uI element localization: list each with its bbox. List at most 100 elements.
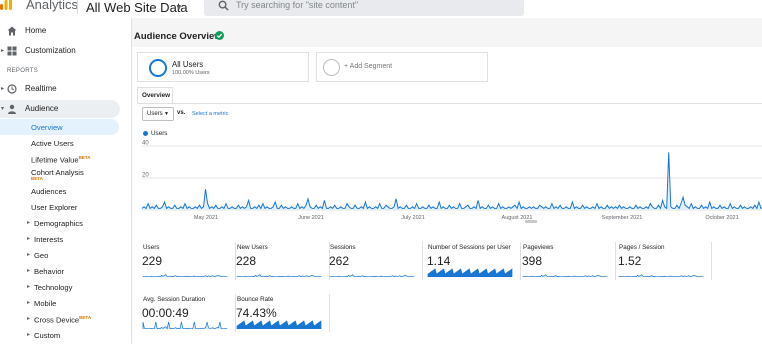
segment-subtitle: 100.00% Users	[172, 70, 210, 76]
sidebar-item-audience[interactable]: ▾ Audience	[0, 100, 120, 118]
sidebar-item-demographics[interactable]: ▸ Demographics	[0, 215, 119, 231]
scorecard-divider	[329, 294, 330, 332]
sidebar-item-label: Geo	[34, 251, 49, 260]
beta-badge: BETA	[78, 155, 91, 160]
sidebar-item-cohort-analysis[interactable]: Cohort Analysis BETA	[0, 166, 119, 184]
search-icon	[218, 0, 229, 11]
page-header: Audience Overview	[132, 18, 762, 47]
lifetime-value-label: Lifetime Value	[31, 155, 79, 165]
sidebar-item-realtime[interactable]: ▸ Realtime	[0, 80, 120, 98]
scorecard-sparkline	[618, 274, 704, 278]
sparkline-path	[329, 274, 415, 278]
chevron-right-icon: ▸	[27, 220, 31, 226]
scorecard-sparkline	[142, 274, 228, 278]
sidebar-item-cross-device[interactable]: ▸ Cross DeviceBETA	[0, 311, 119, 327]
app-title: Analytics	[26, 0, 79, 12]
scorecard-label: Bounce Rate	[237, 296, 274, 303]
tab-overview[interactable]: Overview	[137, 87, 173, 103]
sidebar-item-mobile[interactable]: ▸ Mobile	[0, 295, 119, 311]
sidebar-item-custom[interactable]: ▸ Custom	[0, 327, 119, 343]
scorecard-label: Pageviews	[523, 244, 554, 251]
scorecard-label: Users	[143, 244, 160, 251]
sidebar-item-customization[interactable]: ▸ Customization	[0, 42, 120, 60]
legend-dot-icon	[143, 131, 148, 136]
scorecard[interactable]: Number of Sessions per User 1.14	[427, 242, 521, 280]
clock-icon	[7, 84, 17, 94]
analytics-logo-icon[interactable]	[0, 0, 12, 10]
sidebar-item-label: Cross DeviceBETA	[34, 315, 91, 325]
sidebar-item-user-explorer[interactable]: User Explorer	[0, 199, 119, 215]
chevron-right-icon: ▸	[27, 268, 31, 274]
segment-ring-icon	[149, 59, 167, 77]
select-metric-link[interactable]: Select a metric	[192, 111, 228, 117]
page-title: Audience Overview	[134, 31, 222, 42]
chevron-right-icon: ▸	[1, 86, 5, 92]
add-segment-button[interactable]: + Add Segment	[316, 52, 488, 82]
x-tick-label: July 2021	[401, 215, 425, 221]
scorecard[interactable]: Bounce Rate 74.43%	[236, 294, 330, 332]
sidebar-item-home[interactable]: Home	[0, 22, 120, 40]
search-input[interactable]: Try searching for "site content"	[236, 0, 358, 10]
scorecard-divider	[711, 242, 712, 280]
scorecard-label: Number of Sessions per User	[428, 244, 511, 251]
person-icon	[8, 104, 16, 114]
chevron-right-icon: ▸	[27, 284, 31, 290]
scorecard-sparkline	[522, 274, 608, 278]
users-line-chart[interactable]: 4020May 2021 June 2021 July 2021 August 202…	[132, 138, 762, 238]
scorecard-label: New Users	[237, 244, 268, 251]
chart-resize-handle[interactable]	[525, 220, 537, 223]
view-selector[interactable]: All Web Site Data	[86, 0, 188, 15]
header-divider	[77, 0, 78, 14]
scorecard-label: Avg. Session Duration	[143, 296, 206, 303]
sidebar-item-technology[interactable]: ▸ Technology	[0, 279, 119, 295]
metric-select[interactable]: Users ▼	[142, 107, 174, 121]
scorecard-divider	[422, 242, 423, 280]
scorecard[interactable]: Avg. Session Duration 00:00:49	[142, 294, 236, 332]
sparkline-path	[236, 320, 322, 329]
sidebar-item-lifetime-value[interactable]: Lifetime ValueBETA	[0, 151, 119, 167]
sidebar-item-label: Home	[25, 26, 47, 35]
beta-badge: BETA	[79, 315, 92, 320]
sidebar-item-label: User Explorer	[31, 203, 78, 212]
sidebar-item-audiences[interactable]: Audiences	[0, 183, 119, 199]
scorecard[interactable]: Users 229	[142, 242, 236, 280]
scorecard[interactable]: Pageviews 398	[522, 242, 616, 280]
scorecard-sparkline	[236, 274, 322, 278]
sparkline-path	[142, 321, 228, 330]
sidebar-item-geo[interactable]: ▸ Geo	[0, 247, 119, 263]
sidebar-item-label: Realtime	[25, 84, 57, 93]
chevron-down-icon: ▾	[1, 106, 5, 112]
y-tick-label: 20	[142, 173, 149, 179]
sidebar-item-behavior[interactable]: ▸ Behavior	[0, 263, 119, 279]
y-tick-label: 40	[142, 141, 149, 147]
home-icon	[7, 26, 17, 36]
sidebar-item-label: Overview	[31, 123, 63, 132]
scorecard[interactable]: Pages / Session 1.52	[618, 242, 712, 280]
sidebar-item-label: Custom	[34, 331, 61, 340]
main-content: Audience Overview All Users 100.00% User…	[131, 18, 762, 344]
sidebar-item-overview[interactable]: Overview	[0, 119, 119, 135]
segment-all-users[interactable]: All Users 100.00% Users	[137, 52, 309, 82]
search-bar[interactable]: Try searching for "site content"	[204, 0, 524, 16]
scorecard[interactable]: Sessions 262	[329, 242, 423, 280]
chevron-right-icon: ▸	[27, 300, 31, 306]
scorecard-divider	[615, 242, 616, 280]
chevron-right-icon: ▸	[27, 316, 31, 322]
segment-title: All Users	[172, 60, 204, 69]
sidebar-item-label: Active Users	[31, 139, 74, 148]
scorecard-sparkline	[329, 274, 415, 278]
x-tick-label: May 2021	[194, 215, 218, 221]
chevron-down-icon: ▼	[164, 111, 169, 117]
sidebar-item-interests[interactable]: ▸ Interests	[0, 231, 119, 247]
chevron-down-icon[interactable]: ▼	[175, 3, 183, 12]
scorecard-divider	[520, 242, 521, 280]
sidebar-item-label: Behavior	[34, 267, 64, 276]
vs-label: vs.	[177, 110, 186, 116]
sparkline-path	[142, 274, 228, 278]
scorecard[interactable]: New Users 228	[236, 242, 330, 280]
sidebar: Home ▸ Customization REPORTS ▸ Realtime …	[0, 18, 131, 344]
sidebar-item-active-users[interactable]: Active Users	[0, 135, 119, 151]
metric-select-value: Users	[147, 111, 163, 117]
add-segment-ring-icon	[323, 59, 340, 76]
tab-divider	[137, 103, 762, 104]
